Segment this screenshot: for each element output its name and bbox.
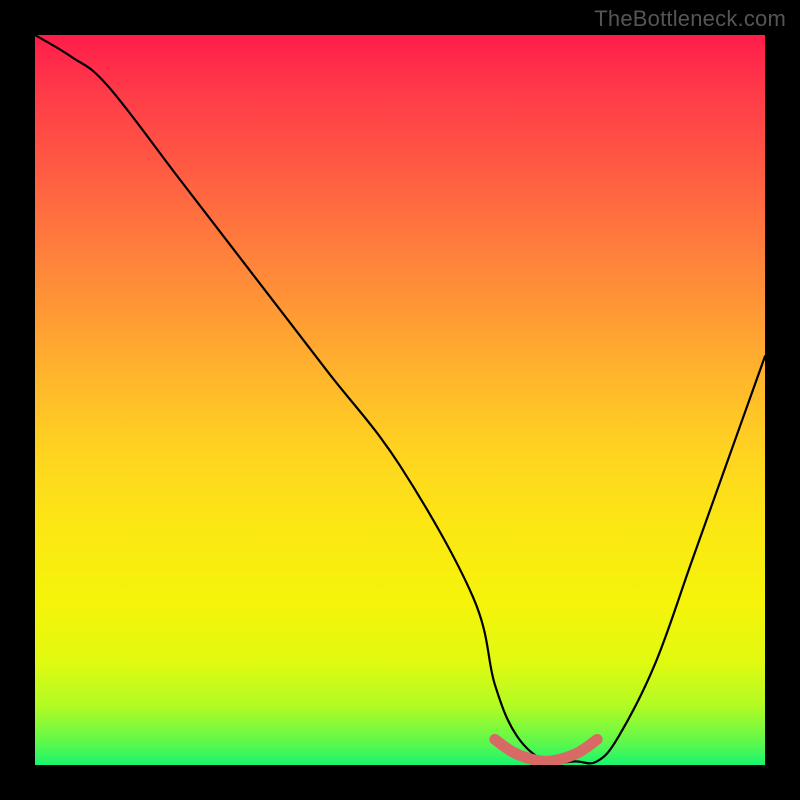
plot-area <box>35 35 765 765</box>
bottleneck-curve-line <box>35 35 765 763</box>
chart-svg <box>35 35 765 765</box>
watermark-text: TheBottleneck.com <box>594 6 786 32</box>
chart-frame: TheBottleneck.com <box>0 0 800 800</box>
bottleneck-floor-highlight <box>495 739 597 761</box>
